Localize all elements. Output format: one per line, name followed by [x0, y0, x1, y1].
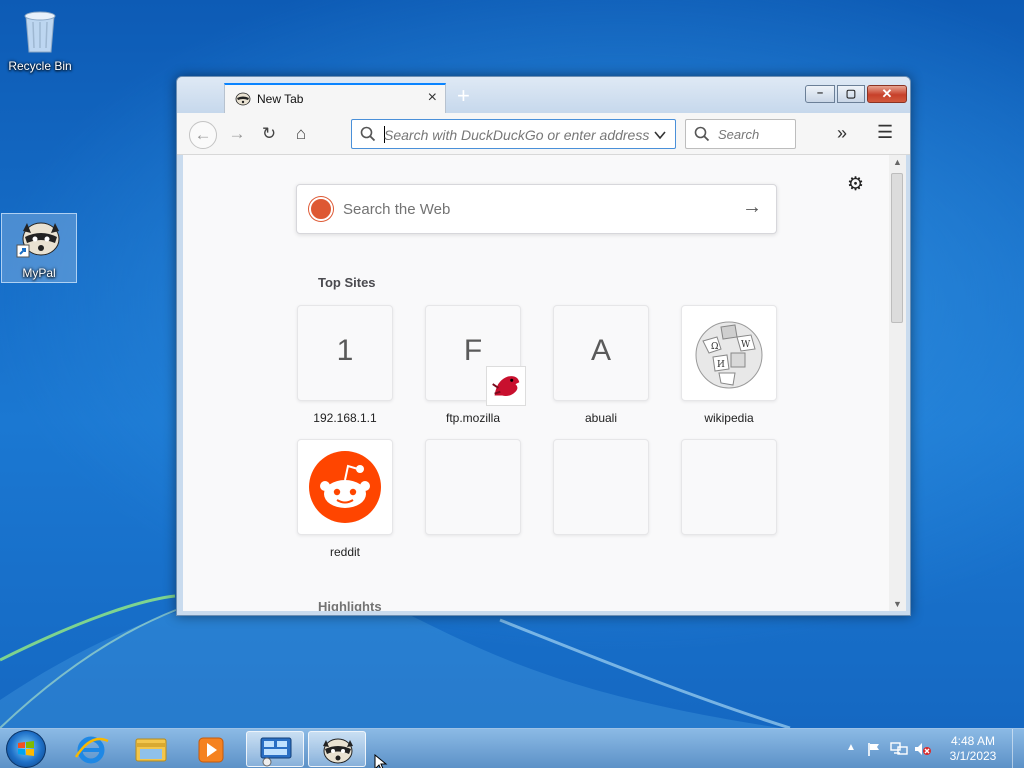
file-explorer-icon	[135, 738, 167, 762]
web-search-placeholder: Search the Web	[343, 201, 451, 218]
maximize-icon: ▢	[845, 88, 857, 100]
address-placeholder: Search with DuckDuckGo or enter address	[384, 127, 650, 143]
maximize-button[interactable]: ▢	[837, 85, 865, 103]
hamburger-menu-button[interactable]: ☰	[877, 122, 893, 143]
scroll-up-icon[interactable]: ▲	[893, 157, 902, 167]
start-button[interactable]	[6, 730, 46, 768]
tab-title: New Tab	[257, 92, 304, 106]
top-site-tile[interactable]: Ω W И	[681, 305, 777, 401]
remote-desktop-icon	[260, 737, 292, 767]
media-player-icon	[198, 737, 224, 763]
minimize-icon: –	[816, 87, 824, 99]
close-window-button[interactable]: ✕	[867, 85, 907, 103]
top-site-label[interactable]: 192.168.1.1	[285, 411, 405, 425]
network-icon[interactable]	[890, 741, 908, 757]
empty-top-site-tile[interactable]	[553, 439, 649, 535]
recycle-bin-icon	[24, 11, 56, 53]
action-center-flag-icon[interactable]	[866, 741, 882, 757]
reddit-icon	[309, 451, 381, 523]
recycle-bin-desktop-icon[interactable]: Recycle Bin	[2, 4, 78, 74]
raccoon-icon	[16, 222, 60, 258]
windows-logo-icon	[18, 741, 34, 756]
top-site-tile[interactable]: 1	[297, 305, 393, 401]
mypal-icon	[323, 738, 353, 764]
vertical-scrollbar[interactable]: ▲ ▼	[889, 155, 906, 611]
tab-new-tab[interactable]: New Tab ×	[224, 83, 446, 113]
tile-letter: F	[463, 334, 483, 367]
search-bar[interactable]: Search	[685, 119, 796, 149]
arrow-right-icon[interactable]: →	[742, 196, 762, 219]
reload-button[interactable]: ↻	[255, 121, 283, 149]
empty-top-site-tile[interactable]	[681, 439, 777, 535]
empty-top-site-tile[interactable]	[425, 439, 521, 535]
clock-time: 4:48 AM	[950, 734, 996, 748]
top-site-tile[interactable]: A	[553, 305, 649, 401]
internet-explorer-icon	[74, 736, 109, 764]
search-icon	[694, 126, 710, 142]
taskbar: ▲ 4:48 AM 3/1/2023	[0, 728, 1024, 768]
system-clock[interactable]: 4:48 AM 3/1/2023	[944, 734, 1002, 764]
tile-letter: A	[590, 334, 611, 367]
wikipedia-globe-icon: Ω W И	[695, 321, 763, 389]
internet-explorer-taskbar-button[interactable]	[62, 731, 120, 767]
duckduckgo-icon	[309, 197, 333, 221]
browser-window: New Tab × + – ▢ ✕ ← → ↻ ⌂ Search with Du…	[176, 76, 911, 616]
new-tab-button[interactable]: +	[457, 83, 470, 109]
svg-text:И: И	[717, 360, 725, 370]
remote-desktop-taskbar-button[interactable]	[246, 731, 304, 767]
mypal-label: MyPal	[22, 266, 56, 280]
media-player-taskbar-button[interactable]	[182, 731, 240, 767]
show-hidden-icons-button[interactable]: ▲	[846, 742, 856, 753]
web-search-box[interactable]: Search the Web →	[296, 184, 777, 234]
forward-button[interactable]: →	[223, 121, 251, 149]
tile-letter: 1	[336, 334, 354, 367]
clock-date: 3/1/2023	[949, 749, 997, 763]
volume-muted-icon[interactable]	[914, 741, 932, 757]
mypal-taskbar-button[interactable]	[308, 731, 366, 767]
settings-gear-icon[interactable]: ⚙	[847, 173, 864, 196]
top-site-tile[interactable]	[297, 439, 393, 535]
chevron-down-icon[interactable]	[653, 128, 667, 142]
tab-close-icon[interactable]: ×	[428, 89, 437, 107]
title-bar: New Tab × + – ▢ ✕	[177, 77, 910, 113]
search-icon	[360, 126, 376, 142]
search-placeholder: Search	[718, 127, 760, 142]
back-button[interactable]: ←	[189, 121, 217, 149]
top-site-label[interactable]: abuali	[541, 411, 661, 425]
top-site-label[interactable]: reddit	[285, 545, 405, 559]
recycle-bin-label: Recycle Bin	[8, 59, 72, 73]
top-site-label[interactable]: wikipedia	[669, 411, 789, 425]
address-bar[interactable]: Search with DuckDuckGo or enter address	[351, 119, 676, 149]
mypal-desktop-icon[interactable]: MyPal	[1, 213, 77, 283]
svg-text:Ω: Ω	[711, 342, 718, 352]
red-dino-icon	[486, 366, 526, 406]
show-desktop-button[interactable]	[1012, 729, 1024, 768]
mouse-cursor-icon	[374, 754, 388, 768]
close-icon: ✕	[881, 86, 893, 101]
overflow-menu-button[interactable]: »	[837, 123, 847, 144]
top-sites-heading: Top Sites	[318, 275, 376, 290]
file-explorer-taskbar-button[interactable]	[122, 731, 180, 767]
navigation-toolbar: ← → ↻ ⌂ Search with DuckDuckGo or enter …	[177, 113, 910, 155]
top-site-tile[interactable]: F	[425, 305, 526, 406]
scroll-down-icon[interactable]: ▼	[893, 599, 902, 609]
scrollbar-thumb[interactable]	[891, 173, 903, 323]
raccoon-tab-icon	[235, 92, 251, 106]
svg-text:W: W	[741, 340, 751, 350]
minimize-button[interactable]: –	[805, 85, 835, 103]
highlights-heading: Highlights	[318, 599, 382, 611]
new-tab-page: ⚙ Search the Web → Top Sites 1 192.168.1…	[183, 155, 889, 611]
top-site-label[interactable]: ftp.mozilla	[413, 411, 533, 425]
home-button[interactable]: ⌂	[287, 121, 315, 149]
